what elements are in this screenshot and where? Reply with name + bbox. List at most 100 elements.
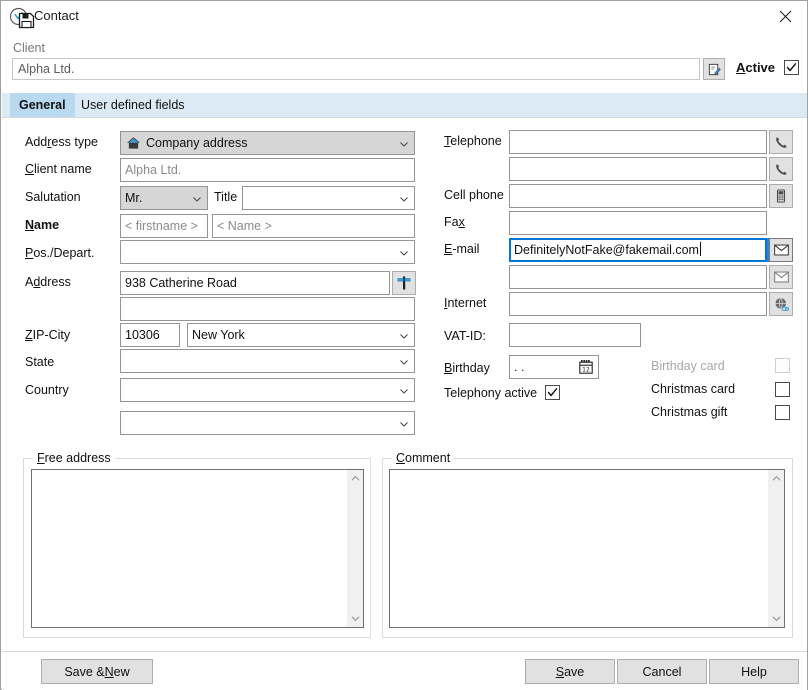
chevron-down-icon	[192, 193, 202, 203]
address-type-combo[interactable]: Company address	[120, 131, 415, 155]
salutation-combo[interactable]: Mr.	[120, 186, 208, 210]
email-send-button-2[interactable]	[769, 265, 793, 289]
globe-icon	[774, 297, 789, 312]
comment-legend: Comment	[392, 451, 454, 465]
position-department-label: Pos./Depart.	[25, 246, 94, 260]
position-department-combo[interactable]	[120, 240, 415, 264]
free-address-scrollbar[interactable]	[346, 470, 363, 627]
christmas-card-checkbox[interactable]	[775, 382, 790, 397]
telephone-input-2[interactable]	[509, 157, 767, 181]
comment-textarea[interactable]	[389, 469, 785, 628]
free-address-textarea[interactable]	[31, 469, 364, 628]
close-button[interactable]	[763, 1, 807, 31]
fax-input[interactable]	[509, 211, 767, 235]
cell-phone-label: Cell phone	[444, 188, 504, 202]
address-line2-input[interactable]	[120, 297, 415, 321]
email-send-button-1[interactable]	[769, 238, 793, 262]
telephone-dial-button-1[interactable]	[769, 130, 793, 154]
address-line1-input[interactable]: 938 Catherine Road	[120, 271, 390, 295]
checkmark-icon	[547, 387, 558, 398]
tab-user-defined-fields[interactable]: User defined fields	[72, 93, 194, 117]
telephone-dial-button-2[interactable]	[769, 157, 793, 181]
vat-id-input[interactable]	[509, 323, 641, 347]
cell-phone-input[interactable]	[509, 184, 767, 208]
chevron-down-icon	[399, 418, 409, 428]
chevron-down-icon	[399, 330, 409, 340]
save-button[interactable]: Save	[525, 659, 615, 684]
close-icon	[779, 10, 792, 23]
scroll-up-icon[interactable]	[768, 470, 785, 487]
city-combo[interactable]: New York	[187, 323, 415, 347]
envelope-icon	[774, 271, 789, 283]
firstname-input[interactable]: < firstname >	[120, 214, 208, 238]
text-cursor	[700, 242, 701, 256]
active-label: Active	[736, 60, 775, 75]
lastname-input[interactable]: < Name >	[212, 214, 415, 238]
vat-id-label: VAT-ID:	[444, 329, 486, 343]
birthday-input[interactable]: . . 12	[509, 355, 599, 379]
help-button[interactable]: Help	[709, 659, 799, 684]
signpost-icon	[396, 275, 412, 291]
client-input[interactable]	[12, 58, 700, 80]
scroll-down-icon[interactable]	[347, 610, 364, 627]
salutation-label: Salutation	[25, 190, 81, 204]
mobile-phone-icon	[774, 189, 788, 203]
chevron-down-icon	[399, 356, 409, 366]
telephone-label: Telephone	[444, 134, 502, 148]
email-input-1[interactable]: DefinitelyNotFake@fakemail.com	[509, 238, 767, 262]
client-name-label: Client name	[25, 162, 92, 176]
client-edit-button[interactable]	[703, 58, 725, 80]
cell-phone-dial-button[interactable]	[769, 184, 793, 208]
active-label-accel: A	[736, 60, 745, 75]
scroll-down-icon[interactable]	[768, 610, 785, 627]
country-combo[interactable]	[120, 378, 415, 402]
contact-dialog: Contact Client Active General User defin…	[0, 0, 808, 690]
phone-icon	[774, 135, 789, 150]
city-value: New York	[192, 328, 245, 342]
name-label: Name	[25, 218, 59, 232]
address-lookup-button[interactable]	[392, 271, 416, 295]
birthday-card-checkbox	[775, 358, 790, 373]
client-name-input[interactable]: Alpha Ltd.	[120, 158, 415, 182]
client-label: Client	[13, 41, 45, 55]
comment-scrollbar[interactable]	[767, 470, 784, 627]
email-value: DefinitelyNotFake@fakemail.com	[514, 243, 699, 257]
email-input-2[interactable]	[509, 265, 767, 289]
comment-value	[390, 470, 784, 476]
envelope-icon	[774, 244, 789, 256]
telephone-input-1[interactable]	[509, 130, 767, 154]
address-label: Address	[25, 275, 71, 289]
title-combo[interactable]	[242, 186, 415, 210]
edit-notepad-icon	[707, 62, 722, 77]
zip-input[interactable]: 10306	[120, 323, 180, 347]
fax-label: Fax	[444, 215, 465, 229]
christmas-gift-checkbox[interactable]	[775, 405, 790, 420]
zip-city-label: ZIP-City	[25, 328, 70, 342]
active-checkbox[interactable]	[784, 60, 799, 75]
chevron-down-icon	[399, 247, 409, 257]
floppy-disk-icon[interactable]	[18, 12, 35, 29]
salutation-value: Mr.	[125, 191, 142, 205]
calendar-icon[interactable]: 12	[578, 359, 594, 382]
address-type-value: Company address	[146, 136, 247, 150]
cancel-button[interactable]: Cancel	[617, 659, 707, 684]
telephony-active-checkbox[interactable]	[545, 385, 560, 400]
checkmark-icon	[786, 62, 797, 73]
christmas-gift-label: Christmas gift	[651, 405, 727, 419]
extra-combo[interactable]	[120, 411, 415, 435]
address-type-label: Address type	[25, 135, 98, 149]
tab-strip: General User defined fields	[2, 93, 807, 117]
save-and-new-button[interactable]: Save & New	[41, 659, 153, 684]
active-label-rest: ctive	[745, 60, 775, 75]
christmas-card-label: Christmas card	[651, 382, 735, 396]
birthday-card-label: Birthday card	[651, 359, 725, 373]
state-combo[interactable]	[120, 349, 415, 373]
free-address-legend: Free address	[33, 451, 115, 465]
tab-general[interactable]: General	[10, 93, 75, 117]
country-label: Country	[25, 383, 69, 397]
scroll-up-icon[interactable]	[347, 470, 364, 487]
internet-open-button[interactable]	[769, 292, 793, 316]
chevron-down-icon	[399, 385, 409, 395]
phone-icon	[774, 162, 789, 177]
internet-input[interactable]	[509, 292, 767, 316]
